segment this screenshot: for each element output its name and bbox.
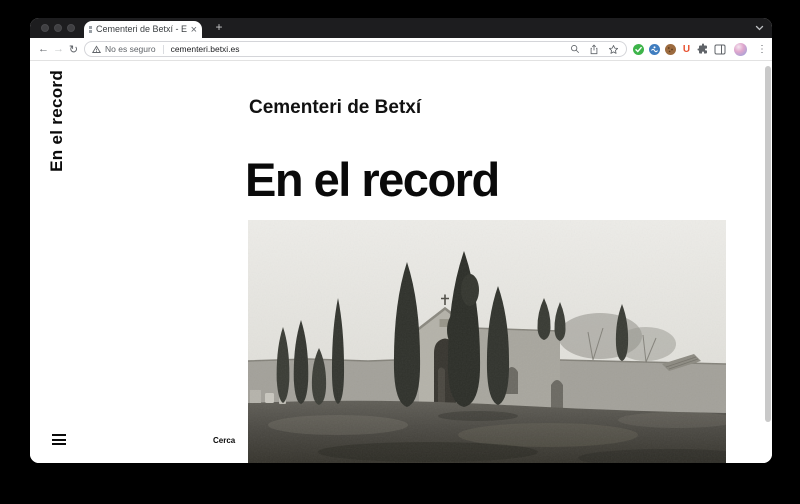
browser-tab-active[interactable]: Cementeri de Betxí - En el rec × (84, 21, 202, 38)
search-link[interactable]: Cerca (213, 436, 235, 445)
cookie-extension-icon[interactable] (665, 44, 676, 55)
extensions-puzzle-icon[interactable] (697, 43, 709, 55)
browser-toolbar: ← → ↻ No es seguro cementeri.betxi.es (30, 38, 772, 61)
window-close-button[interactable] (41, 24, 49, 32)
browser-menu-icon[interactable]: ⋮ (757, 44, 765, 55)
cemetery-photo (248, 220, 726, 463)
blue-extension-icon[interactable] (649, 44, 660, 55)
traffic-lights (41, 24, 75, 32)
back-button[interactable]: ← (36, 43, 51, 55)
new-tab-button[interactable]: + (212, 21, 226, 35)
search-icon[interactable] (570, 44, 580, 54)
extensions-row: U ⋮ (633, 43, 765, 56)
url-divider (163, 45, 164, 54)
reload-button[interactable]: ↻ (66, 43, 81, 56)
tab-close-icon[interactable]: × (191, 25, 197, 35)
site-name-heading: Cementeri de Betxí (249, 97, 421, 119)
forward-button[interactable]: → (51, 43, 66, 55)
site-favicon-icon (89, 26, 92, 33)
vertical-site-logo: En el record (47, 70, 67, 172)
tab-title: Cementeri de Betxí - En el rec (96, 21, 187, 38)
tab-strip: Cementeri de Betxí - En el rec × + (30, 18, 772, 38)
desktop-background: Cementeri de Betxí - En el rec × + ← → ↻… (0, 0, 800, 504)
window-minimize-button[interactable] (54, 24, 62, 32)
page-title: En el record (245, 152, 499, 207)
menu-hamburger-icon[interactable] (52, 434, 66, 448)
bookmark-star-icon[interactable] (608, 44, 619, 55)
page-content: En el record Cementeri de Betxí En el re… (30, 61, 772, 463)
chevron-down-icon[interactable] (755, 24, 764, 32)
window-maximize-button[interactable] (67, 24, 75, 32)
share-icon[interactable] (589, 44, 599, 55)
scrollbar-thumb[interactable] (765, 66, 771, 422)
side-panel-icon[interactable] (714, 44, 726, 55)
profile-avatar[interactable] (734, 43, 747, 56)
warning-icon (92, 45, 101, 54)
url-text: cementeri.betxi.es (171, 44, 240, 54)
address-bar[interactable]: No es seguro cementeri.betxi.es (84, 41, 627, 57)
green-extension-icon[interactable] (633, 44, 644, 55)
security-label: No es seguro (105, 44, 156, 54)
ublock-extension-icon[interactable]: U (681, 44, 692, 55)
browser-window: Cementeri de Betxí - En el rec × + ← → ↻… (30, 18, 772, 463)
